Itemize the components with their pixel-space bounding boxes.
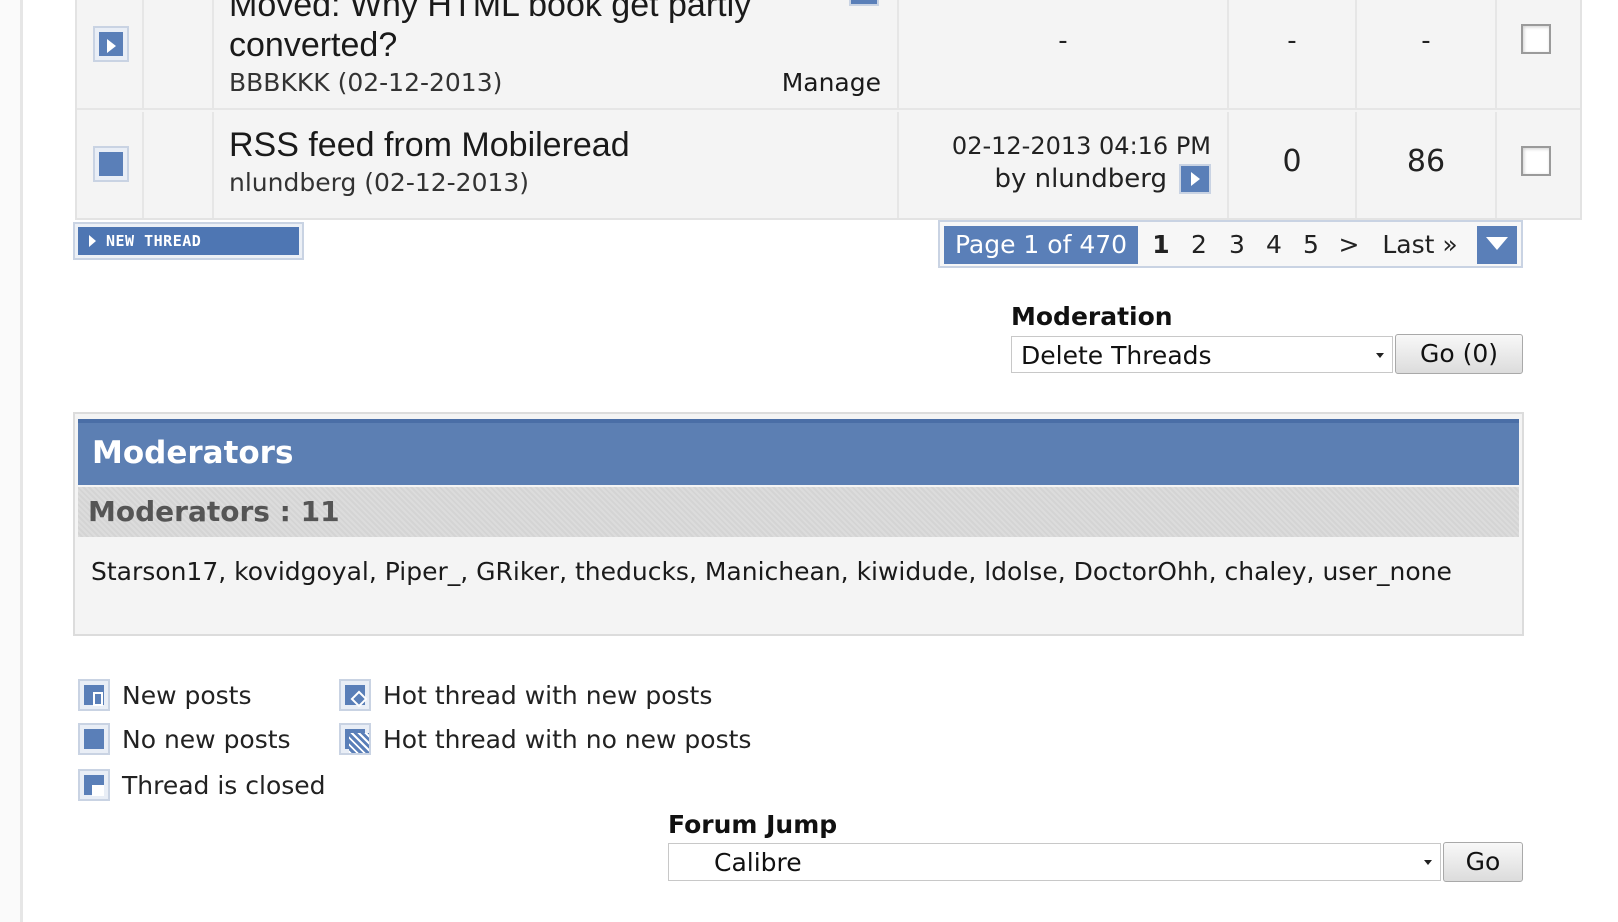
thread-author-date[interactable]: BBBKKK (02-12-2013)	[229, 68, 502, 97]
moderators-title: Moderators	[92, 435, 294, 471]
view-count: -	[1421, 26, 1431, 56]
moderators-list[interactable]: Starson17, kovidgoyal, Piper_, GRiker, t…	[91, 556, 1491, 588]
moderators-header: Moderators	[78, 419, 1519, 485]
thread-title[interactable]: RSS feed from Mobileread	[229, 126, 630, 165]
no-new-posts-icon	[78, 723, 110, 755]
page-1: 1	[1152, 230, 1170, 259]
last-post: -	[1058, 26, 1068, 56]
reply-count[interactable]: 0	[1229, 144, 1355, 179]
forum-jump-label: Forum Jump	[668, 810, 838, 839]
pagination: Page 1 of 470 1 2 3 4 5 > Last »	[938, 220, 1523, 268]
page-divider	[20, 0, 23, 922]
last-page-link[interactable]: Last »	[1372, 226, 1468, 264]
lock-icon	[78, 769, 110, 801]
hot-thread-new-icon	[339, 679, 371, 711]
moderation-select[interactable]: Delete Threads	[1011, 336, 1393, 373]
moderation-go-button[interactable]: Go (0)	[1395, 334, 1523, 374]
no-new-posts-icon	[93, 146, 129, 182]
new-thread-button[interactable]: NEW THREAD	[73, 222, 304, 260]
next-page-link[interactable]: >	[1334, 226, 1364, 264]
legend-thread-closed: Thread is closed	[122, 771, 326, 800]
page-margin	[0, 0, 20, 922]
thread-title-continued[interactable]: converted?	[229, 26, 397, 65]
forum-jump-select[interactable]: Calibre	[668, 843, 1441, 881]
legend-no-new-posts: No new posts	[122, 725, 291, 754]
new-posts-icon	[78, 679, 110, 711]
moderation-label: Moderation	[1011, 302, 1173, 331]
thread-row: Moved: Why HTML book get partly converte…	[77, 0, 1580, 110]
last-post-date: 02-12-2013 04:16 PM	[951, 132, 1211, 160]
reply-count: -	[1287, 26, 1297, 56]
page-3[interactable]: 3	[1222, 226, 1252, 264]
thread-info-icon[interactable]	[849, 0, 879, 6]
thread-list: Moved: Why HTML book get partly converte…	[75, 0, 1582, 220]
moderators-count-bar: Moderators : 11	[78, 487, 1519, 537]
moderators-count: Moderators : 11	[88, 495, 340, 528]
view-count: 86	[1406, 144, 1446, 179]
play-icon	[89, 235, 96, 247]
go-to-last-post-icon[interactable]	[1179, 164, 1211, 194]
hot-thread-no-new-icon	[339, 723, 371, 755]
page-menu-button[interactable]	[1477, 226, 1517, 264]
moderators-panel: Moderators Moderators : 11 Starson17, ko…	[73, 412, 1524, 636]
chevron-down-icon	[1486, 237, 1508, 250]
forum-jump-go-button[interactable]: Go	[1443, 842, 1523, 882]
legend-hot-no-new: Hot thread with no new posts	[383, 725, 752, 754]
dropdown-caret-icon	[1424, 860, 1432, 865]
manage-link[interactable]: Manage	[782, 68, 881, 97]
thread-row: RSS feed from Mobileread nlundberg (02-1…	[77, 112, 1580, 218]
thread-title[interactable]: Moved: Why HTML book get partly	[229, 0, 751, 25]
thread-select-checkbox[interactable]	[1521, 146, 1551, 176]
dropdown-caret-icon	[1376, 353, 1384, 358]
page-5[interactable]: 5	[1296, 226, 1326, 264]
thread-select-checkbox[interactable]	[1521, 24, 1551, 54]
page-2[interactable]: 2	[1184, 226, 1214, 264]
legend-hot-new: Hot thread with new posts	[383, 681, 713, 710]
thread-author-date[interactable]: nlundberg (02-12-2013)	[229, 168, 529, 197]
moved-thread-icon[interactable]	[93, 26, 129, 62]
page-4[interactable]: 4	[1259, 226, 1289, 264]
legend-new-posts: New posts	[122, 681, 252, 710]
last-post-author[interactable]: by nlundberg	[994, 164, 1167, 194]
page-indicator: Page 1 of 470	[944, 226, 1138, 264]
